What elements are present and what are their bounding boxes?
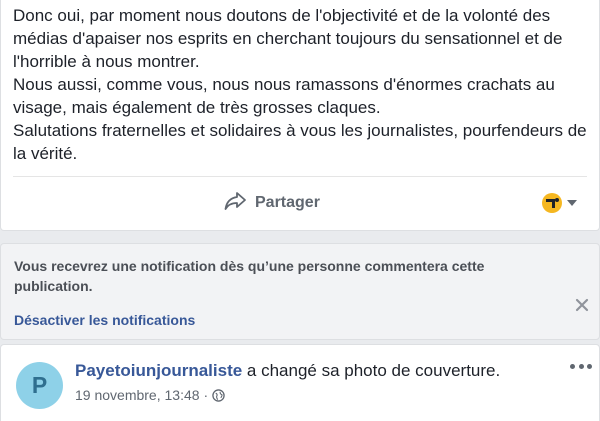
- author-link[interactable]: Payetoiunjournaliste: [75, 361, 242, 380]
- notification-message: Vous recevrez une notification dès qu’un…: [14, 258, 485, 294]
- timestamp-link[interactable]: 19 novembre, 13:48: [75, 387, 200, 403]
- post-card: Donc oui, par moment nous doutons de l'o…: [0, 0, 600, 231]
- post-body: Donc oui, par moment nous doutons de l'o…: [13, 4, 593, 165]
- share-arrow-icon: [223, 190, 247, 217]
- post-as-selector[interactable]: [542, 193, 577, 213]
- notification-banner: Vous recevrez une notification dès qu’un…: [0, 243, 600, 340]
- chevron-down-icon: [567, 200, 577, 206]
- story-action-text: a changé sa photo de couverture.: [242, 361, 501, 380]
- story-card: P Payetoiunjournaliste a changé sa photo…: [0, 344, 600, 421]
- post-paragraph: Donc oui, par moment nous doutons de l'o…: [13, 6, 563, 71]
- dot: [570, 363, 575, 369]
- share-label: Partager: [255, 194, 320, 211]
- globe-icon[interactable]: [212, 388, 225, 402]
- meta-separator: ·: [203, 387, 209, 403]
- page-avatar-icon: [542, 193, 562, 213]
- post-paragraph: Nous aussi, comme vous, nous nous ramass…: [13, 75, 555, 117]
- more-options-icon[interactable]: [570, 359, 592, 373]
- post-paragraph: Salutations fraternelles et solidaires à…: [13, 121, 587, 163]
- dot: [578, 363, 584, 369]
- share-button[interactable]: Partager: [223, 186, 320, 220]
- dot: [587, 363, 592, 369]
- story-meta: 19 novembre, 13:48 ·: [75, 387, 225, 403]
- avatar[interactable]: P: [16, 362, 63, 409]
- action-bar-divider: [13, 176, 587, 177]
- close-icon[interactable]: [574, 297, 590, 313]
- facebook-feed: Donc oui, par moment nous doutons de l'o…: [0, 0, 600, 421]
- story-header: Payetoiunjournaliste a changé sa photo d…: [75, 360, 500, 382]
- disable-notifications-link[interactable]: Désactiver les notifications: [14, 312, 195, 328]
